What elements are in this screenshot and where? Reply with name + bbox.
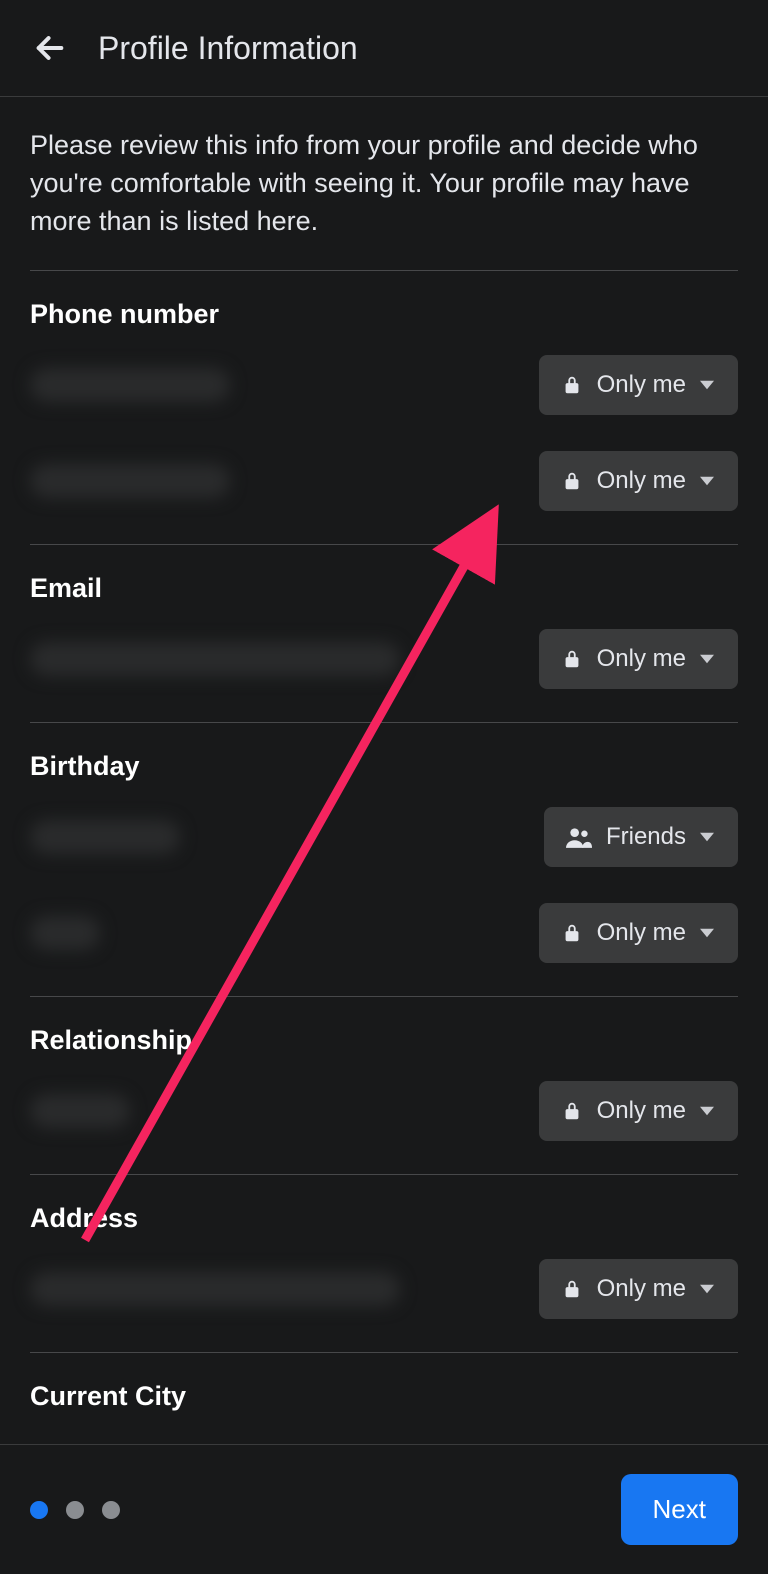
next-button[interactable]: Next [621, 1474, 738, 1545]
value-address-0 [30, 1272, 400, 1306]
lock-icon [561, 922, 583, 944]
arrow-left-icon [33, 31, 67, 65]
section-title-current-city: Current City [30, 1381, 738, 1412]
section-title-address: Address [30, 1203, 738, 1234]
section-title-relationship: Relationship [30, 1025, 738, 1056]
section-birthday: Birthday Friends Only me [30, 722, 738, 996]
progress-dots [30, 1501, 120, 1519]
section-address: Address Only me [30, 1174, 738, 1352]
section-title-email: Email [30, 573, 738, 604]
lock-icon [561, 1278, 583, 1300]
section-title-birthday: Birthday [30, 751, 738, 782]
lock-icon [561, 470, 583, 492]
back-button[interactable] [30, 28, 70, 68]
value-relationship-0 [30, 1094, 130, 1128]
row-birthday-1: Only me [30, 898, 738, 968]
progress-dot-2 [102, 1501, 120, 1519]
section-relationship: Relationship Only me [30, 996, 738, 1174]
privacy-selector-address-0[interactable]: Only me [539, 1259, 738, 1319]
privacy-selector-email-0[interactable]: Only me [539, 629, 738, 689]
privacy-label: Only me [597, 919, 686, 947]
intro-text: Please review this info from your profil… [30, 127, 738, 240]
privacy-selector-birthday-0[interactable]: Friends [544, 807, 738, 867]
caret-down-icon [700, 378, 714, 392]
lock-icon [561, 648, 583, 670]
privacy-selector-phone-1[interactable]: Only me [539, 451, 738, 511]
caret-down-icon [700, 1104, 714, 1118]
section-phone-number: Phone number Only me Only me [30, 270, 738, 544]
privacy-label: Friends [606, 823, 686, 851]
caret-down-icon [700, 926, 714, 940]
privacy-label: Only me [597, 645, 686, 673]
privacy-label: Only me [597, 1275, 686, 1303]
row-birthday-0: Friends [30, 802, 738, 872]
page-title: Profile Information [98, 30, 358, 67]
caret-down-icon [700, 830, 714, 844]
row-phone-1: Only me [30, 446, 738, 516]
lock-icon [561, 1100, 583, 1122]
row-address-0: Only me [30, 1254, 738, 1324]
privacy-label: Only me [597, 1097, 686, 1125]
row-phone-0: Only me [30, 350, 738, 420]
footer-bar: Next [0, 1444, 768, 1574]
progress-dot-1 [66, 1501, 84, 1519]
privacy-label: Only me [597, 371, 686, 399]
lock-icon [561, 374, 583, 396]
value-phone-0 [30, 368, 230, 402]
value-email-0 [30, 642, 400, 676]
section-current-city: Current City [30, 1352, 738, 1412]
section-email: Email Only me [30, 544, 738, 722]
privacy-label: Only me [597, 467, 686, 495]
caret-down-icon [700, 1282, 714, 1296]
privacy-selector-relationship-0[interactable]: Only me [539, 1081, 738, 1141]
friends-icon [566, 826, 592, 848]
page-header: Profile Information [0, 0, 768, 97]
value-phone-1 [30, 464, 230, 498]
value-birthday-1 [30, 916, 100, 950]
value-birthday-0 [30, 820, 180, 854]
caret-down-icon [700, 652, 714, 666]
caret-down-icon [700, 474, 714, 488]
progress-dot-0 [30, 1501, 48, 1519]
content-area: Please review this info from your profil… [0, 97, 768, 1412]
privacy-selector-birthday-1[interactable]: Only me [539, 903, 738, 963]
row-relationship-0: Only me [30, 1076, 738, 1146]
section-title-phone: Phone number [30, 299, 738, 330]
row-email-0: Only me [30, 624, 738, 694]
privacy-selector-phone-0[interactable]: Only me [539, 355, 738, 415]
